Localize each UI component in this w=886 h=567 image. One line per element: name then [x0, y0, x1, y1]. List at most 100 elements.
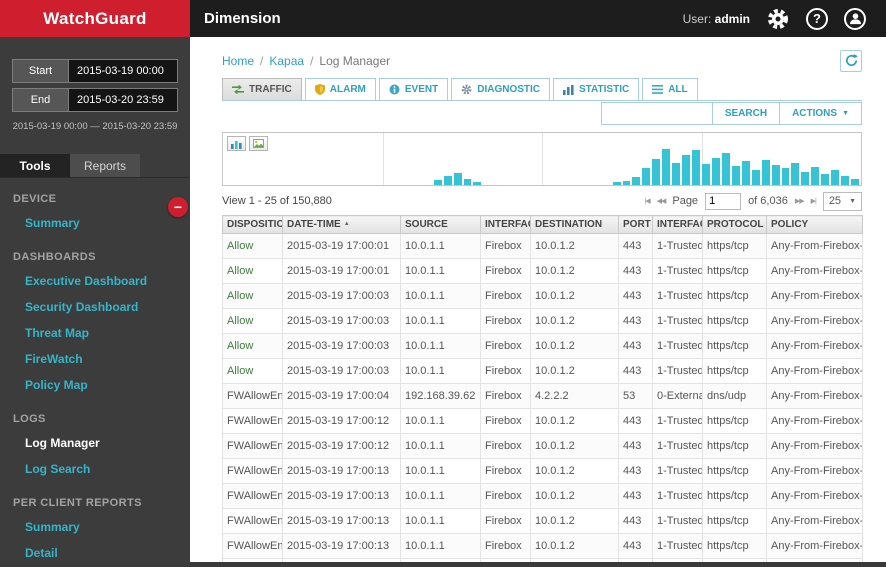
table-cell: FWAllowEnc: [223, 509, 283, 534]
sidebar-tab-tools[interactable]: Tools: [0, 154, 70, 177]
chart-view-button[interactable]: [227, 136, 246, 151]
column-header-destination[interactable]: DESTINATION: [531, 216, 619, 234]
log-histogram: [222, 132, 862, 186]
log-row[interactable]: Allow2015-03-19 17:00:0110.0.1.1Firebox1…: [223, 259, 863, 284]
log-row[interactable]: FWAllowEnc2015-03-19 17:00:1210.0.1.1Fir…: [223, 434, 863, 459]
table-cell: Firebox: [481, 359, 531, 384]
tab-event[interactable]: EVENT: [379, 78, 448, 100]
next-page-icon[interactable]: ▶▶: [795, 197, 804, 205]
table-cell: 10.0.1.2: [531, 484, 619, 509]
tab-diagnostic[interactable]: DIAGNOSTIC: [451, 78, 550, 100]
table-cell: https/tcp: [703, 459, 767, 484]
table-cell: 10.0.1.2: [531, 334, 619, 359]
column-header-protocol[interactable]: PROTOCOL: [703, 216, 767, 234]
tab-label: TRAFFIC: [249, 84, 292, 95]
table-cell: Allow: [223, 259, 283, 284]
sidebar-item-threat-map[interactable]: Threat Map: [0, 320, 190, 346]
collapse-sidebar-button[interactable]: −: [168, 197, 188, 217]
table-cell: 443: [619, 359, 653, 384]
log-row[interactable]: Allow2015-03-19 17:00:0110.0.1.1Firebox1…: [223, 234, 863, 259]
export-image-button[interactable]: [249, 136, 268, 151]
sidebar-item-summary[interactable]: Summary: [0, 514, 190, 540]
log-row[interactable]: FWAllowEnc2015-03-19 17:00:1310.0.1.1Fir…: [223, 509, 863, 534]
search-button[interactable]: SEARCH: [712, 103, 779, 124]
table-cell: 443: [619, 409, 653, 434]
histogram-bar: [642, 168, 650, 185]
page-number-input[interactable]: [705, 193, 741, 210]
sidebar-item-firewatch[interactable]: FireWatch: [0, 346, 190, 372]
sidebar-item-security-dashboard[interactable]: Security Dashboard: [0, 294, 190, 320]
histogram-bar: [473, 182, 481, 185]
log-row[interactable]: Allow2015-03-19 17:00:0310.0.1.1Firebox1…: [223, 334, 863, 359]
table-cell: 1-Trusted: [653, 409, 703, 434]
histogram-bar: [732, 166, 740, 185]
histogram-bar: [782, 168, 790, 185]
table-cell: 443: [619, 534, 653, 559]
bar-chart-icon: [231, 139, 242, 149]
tab-traffic[interactable]: TRAFFIC: [222, 78, 302, 100]
traffic-icon: [232, 84, 244, 95]
table-cell: 4.2.2.2: [531, 384, 619, 409]
tab-alarm[interactable]: ALARM: [305, 78, 376, 100]
log-row[interactable]: Allow2015-03-19 17:00:0310.0.1.1Firebox1…: [223, 359, 863, 384]
table-header-row: DISPOSITIONDATE-TIME▲SOURCEINTERFACEDEST…: [223, 216, 863, 234]
help-icon[interactable]: ?: [806, 8, 828, 30]
column-header-interface[interactable]: INTERFACE: [481, 216, 531, 234]
sidebar-item-log-search[interactable]: Log Search: [0, 456, 190, 482]
table-cell: 1-Trusted: [653, 509, 703, 534]
table-cell: FWAllowEnc: [223, 484, 283, 509]
column-header-policy[interactable]: POLICY: [767, 216, 863, 234]
histogram-bar: [801, 172, 809, 185]
table-cell: 10.0.1.1: [401, 459, 481, 484]
log-row[interactable]: Allow2015-03-19 17:00:0310.0.1.1Firebox1…: [223, 309, 863, 334]
table-cell: 1-Trusted: [653, 309, 703, 334]
log-row[interactable]: FWAllowEnc2015-03-19 17:00:04192.168.39.…: [223, 384, 863, 409]
actions-button[interactable]: ACTIONS▼: [779, 103, 861, 124]
sidebar-item-log-manager[interactable]: Log Manager: [0, 430, 190, 456]
sidebar-item-executive-dashboard[interactable]: Executive Dashboard: [0, 268, 190, 294]
log-row[interactable]: FWAllowEnc2015-03-19 17:00:1310.0.1.1Fir…: [223, 459, 863, 484]
end-date-input[interactable]: 2015-03-20 23:59: [69, 89, 177, 111]
topbar-actions: User: admin ?: [683, 7, 866, 31]
histogram-bar: [652, 159, 660, 185]
page-size-select[interactable]: 25 ▼: [823, 192, 862, 211]
sidebar-item-policy-map[interactable]: Policy Map: [0, 372, 190, 398]
log-row[interactable]: FWAllowEnc2015-03-19 17:00:1310.0.1.1Fir…: [223, 534, 863, 559]
tab-all[interactable]: ALL: [642, 78, 697, 100]
breadcrumb-home[interactable]: Home: [222, 54, 254, 68]
refresh-button[interactable]: [840, 50, 862, 72]
log-row[interactable]: FWAllowEnc2015-03-19 17:00:1310.0.1.1Fir…: [223, 484, 863, 509]
table-cell: 443: [619, 484, 653, 509]
table-cell: dns/udp: [703, 384, 767, 409]
log-row[interactable]: Allow2015-03-19 17:00:0310.0.1.1Firebox1…: [223, 284, 863, 309]
tab-label: EVENT: [405, 84, 438, 95]
sidebar-tab-reports[interactable]: Reports: [70, 154, 140, 177]
start-date-input[interactable]: 2015-03-19 00:00: [69, 60, 177, 82]
image-icon: [253, 139, 264, 148]
histogram-bar: [662, 149, 670, 185]
last-page-icon[interactable]: ▶|: [811, 197, 816, 205]
settings-gear-icon[interactable]: [766, 7, 790, 31]
column-header-interface[interactable]: INTERFACE: [653, 216, 703, 234]
first-page-icon[interactable]: |◀: [644, 197, 649, 205]
table-cell: 443: [619, 259, 653, 284]
prev-page-icon[interactable]: ◀◀: [657, 197, 666, 205]
search-input[interactable]: [602, 103, 712, 124]
column-header-port[interactable]: PORT: [619, 216, 653, 234]
column-header-source[interactable]: SOURCE: [401, 216, 481, 234]
breadcrumb-kapaa[interactable]: Kapaa: [269, 54, 304, 68]
table-cell: Firebox: [481, 259, 531, 284]
table-cell: 10.0.1.2: [531, 409, 619, 434]
user-account-icon[interactable]: [844, 8, 866, 30]
sidebar-section-device: DEVICE: [0, 178, 190, 210]
histogram-bar: [742, 161, 750, 185]
chart-toolbar: [227, 136, 268, 151]
column-header-disposition[interactable]: DISPOSITION: [223, 216, 283, 234]
column-header-date-time[interactable]: DATE-TIME▲: [283, 216, 401, 234]
table-cell: Allow: [223, 284, 283, 309]
tab-statistic[interactable]: STATISTIC: [553, 78, 639, 100]
histogram-bar: [444, 176, 452, 185]
table-cell: https/tcp: [703, 484, 767, 509]
log-row[interactable]: FWAllowEnc2015-03-19 17:00:1210.0.1.1Fir…: [223, 409, 863, 434]
sidebar-item-summary[interactable]: Summary: [0, 210, 190, 236]
